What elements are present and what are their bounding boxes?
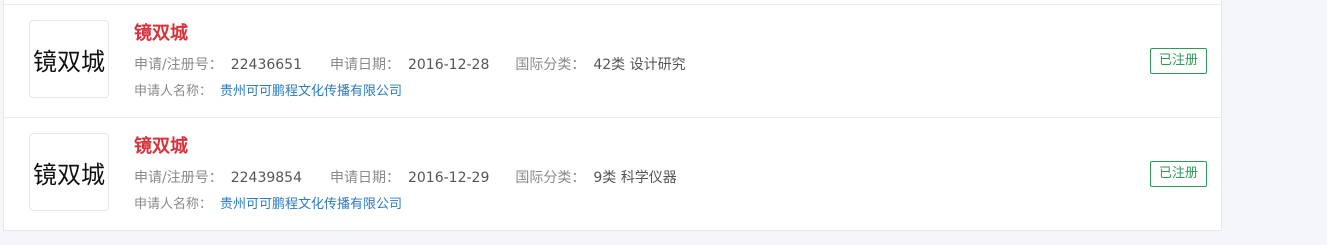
trademark-name-link[interactable]: 镜双城 [134,23,188,45]
class-label: 国际分类： [515,57,586,73]
date-label: 申请日期： [329,57,400,73]
status-badge: 已注册 [1149,161,1207,187]
date-value: 2016-12-29 [407,170,490,186]
class-value: 9类 科学仪器 [593,170,677,186]
trademark-meta: 申请/注册号： 22436651 申请日期： 2016-12-28 国际分类： 42类 设… [134,55,686,75]
trademark-logo[interactable]: 镜双城 [29,20,109,98]
list-item[interactable]: 镜双城 镜双城 申请/注册号： 22439854 申请日期： 2016-12-29 国际… [4,118,1221,232]
applicant-line: 申请人名称： 贵州可可鹏程文化传播有限公司 [134,82,402,102]
reg-no-value: 22436651 [230,57,302,73]
class-value: 42类 设计研究 [593,57,686,73]
trademark-meta: 申请/注册号： 22439854 申请日期： 2016-12-29 国际分类： 9类 科学… [134,168,677,188]
class-label: 国际分类： [515,170,586,186]
applicant-label: 申请人名称： [134,84,213,99]
trademark-results-panel: 镜双城 镜双城 申请/注册号： 22436651 申请日期： 2016-12-28 国际… [3,0,1222,231]
date-label: 申请日期： [329,170,400,186]
reg-no-label: 申请/注册号： [134,170,223,186]
applicant-link[interactable]: 贵州可可鹏程文化传播有限公司 [220,197,402,212]
applicant-link[interactable]: 贵州可可鹏程文化传播有限公司 [220,84,402,99]
applicant-line: 申请人名称： 贵州可可鹏程文化传播有限公司 [134,195,402,215]
trademark-name-link[interactable]: 镜双城 [134,136,188,158]
date-value: 2016-12-28 [407,57,490,73]
list-item[interactable]: 镜双城 镜双城 申请/注册号： 22436651 申请日期： 2016-12-28 国际… [4,4,1221,118]
reg-no-label: 申请/注册号： [134,57,223,73]
reg-no-value: 22439854 [230,170,302,186]
trademark-logo[interactable]: 镜双城 [29,133,109,211]
status-badge: 已注册 [1149,48,1207,74]
applicant-label: 申请人名称： [134,197,213,212]
